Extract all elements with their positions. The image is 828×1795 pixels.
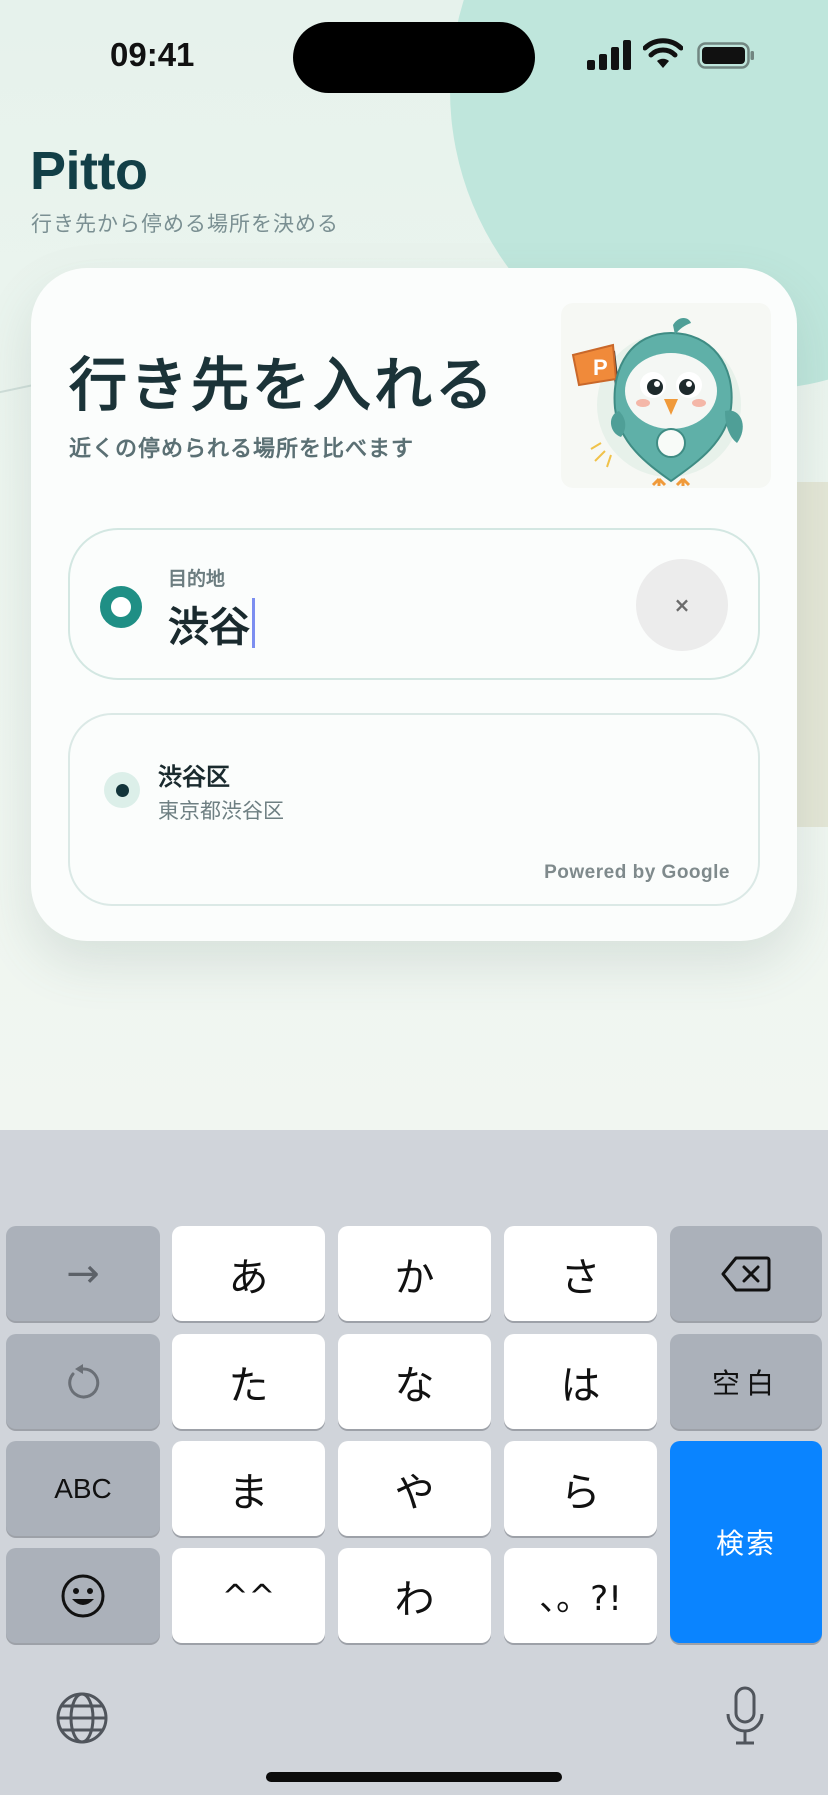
decorative-stripe	[794, 482, 828, 827]
key-arrow[interactable]: →	[6, 1226, 160, 1321]
clear-input-button[interactable]: ×	[636, 559, 728, 651]
key-ra[interactable]: ら	[504, 1441, 657, 1536]
suggestion-address: 東京都渋谷区	[158, 799, 284, 823]
undo-icon	[68, 1363, 100, 1398]
battery-icon	[697, 42, 754, 69]
key-undo[interactable]	[6, 1334, 160, 1429]
suggestion-name: 渋谷区	[158, 763, 230, 791]
status-time: 09:41	[110, 36, 195, 73]
destination-input-value[interactable]: 渋谷	[168, 593, 250, 653]
app-subtitle: 行き先から停める場所を決める	[31, 212, 339, 236]
emoji-icon	[61, 1574, 105, 1617]
delete-icon	[721, 1256, 771, 1291]
key-space[interactable]: 空白	[670, 1334, 822, 1429]
destination-card: 行き先を入れる 近くの停められる場所を比べます P 目的地 渋谷 × 渋谷区 東…	[31, 268, 797, 941]
text-caret	[252, 598, 255, 648]
wifi-icon	[643, 38, 683, 68]
bird-mascot-illustration: P	[561, 303, 771, 488]
key-punctuation[interactable]: 、。?!	[504, 1548, 657, 1643]
home-indicator[interactable]	[266, 1772, 562, 1782]
key-sa[interactable]: さ	[504, 1226, 657, 1321]
card-title: 行き先を入れる	[69, 351, 497, 419]
destination-input-label: 目的地	[168, 568, 226, 590]
destination-pin-icon	[100, 586, 142, 628]
attribution-text: Powered by Google	[544, 862, 730, 883]
key-a[interactable]: あ	[172, 1226, 325, 1321]
flag-letter: P	[593, 355, 608, 380]
cellular-signal-icon	[587, 40, 631, 70]
globe-icon[interactable]	[54, 1690, 110, 1746]
key-wa[interactable]: わ	[338, 1548, 491, 1643]
key-na[interactable]: な	[338, 1334, 491, 1429]
key-ya[interactable]: や	[338, 1441, 491, 1536]
location-dot-icon	[104, 772, 140, 808]
key-search[interactable]: 検索	[670, 1441, 822, 1643]
key-ta[interactable]: た	[172, 1334, 325, 1429]
suggestion-list: 渋谷区 東京都渋谷区 Powered by Google	[68, 713, 760, 906]
key-delete[interactable]	[670, 1226, 822, 1321]
card-subtitle: 近くの停められる場所を比べます	[69, 437, 415, 462]
key-emoji[interactable]	[6, 1548, 160, 1643]
key-ma[interactable]: ま	[172, 1441, 325, 1536]
app-title: Pitto	[30, 141, 148, 201]
dynamic-island	[293, 22, 535, 93]
key-ka[interactable]: か	[338, 1226, 491, 1321]
destination-input-field[interactable]: 目的地 渋谷 ×	[68, 528, 760, 680]
key-abc[interactable]: ABC	[6, 1441, 160, 1536]
microphone-icon[interactable]	[724, 1686, 766, 1746]
key-kaomoji[interactable]: ^^	[172, 1548, 325, 1643]
key-ha[interactable]: は	[504, 1334, 657, 1429]
